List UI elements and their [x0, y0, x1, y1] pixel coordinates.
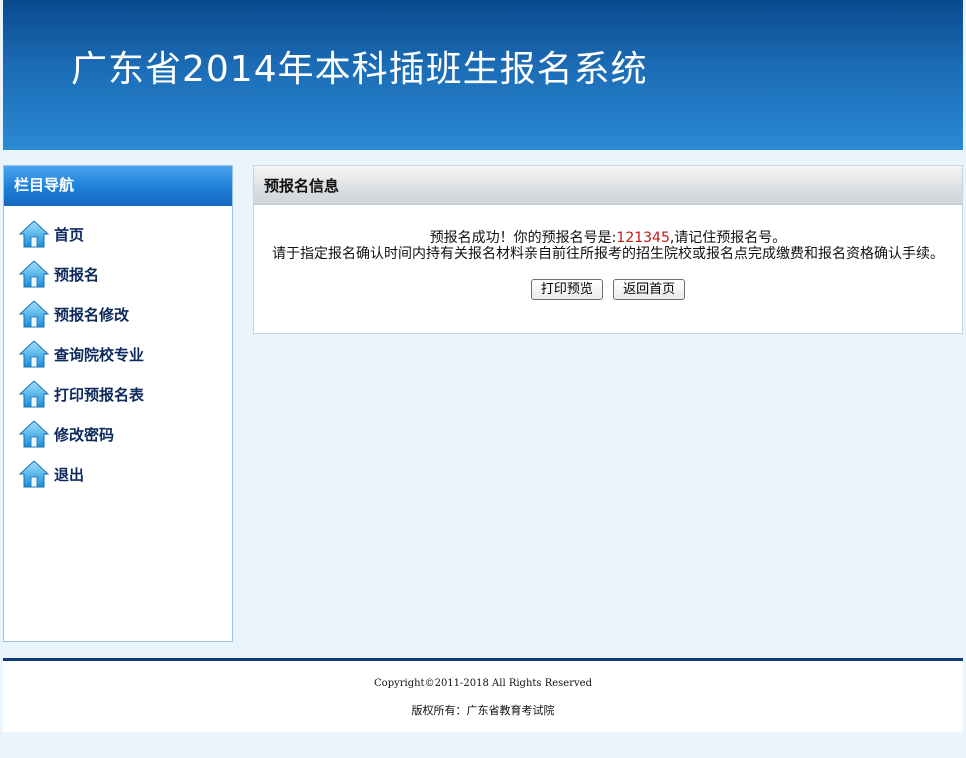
system-title: 广东省2014年本科插班生报名系统 — [71, 49, 648, 90]
sidebar-item-label: 修改密码 — [54, 425, 115, 444]
success-line: 预报名成功！你的预报名号是:121345,请记住预报名号。 — [260, 230, 956, 246]
message-suffix: ,请记住预报名号。 — [669, 230, 787, 246]
page-header: 广东省2014年本科插班生报名系统 — [3, 0, 963, 150]
sidebar-item-label: 查询院校专业 — [54, 345, 145, 364]
copyright-text: Copyright©2011-2018 All Rights Reserved — [374, 678, 592, 689]
home-icon — [18, 420, 50, 448]
home-icon — [18, 220, 50, 248]
preregister-info-panel: 预报名信息 预报名成功！你的预报名号是:121345,请记住预报名号。 请于指定… — [253, 165, 963, 334]
owner-text: 版权所有：广东省教育考试院 — [411, 704, 555, 717]
home-icon — [18, 260, 50, 288]
page-footer: Copyright©2011-2018 All Rights Reserved … — [3, 661, 963, 732]
instruction-text: 请于指定报名确认时间内持有关报名材料亲自前往所报考的招生院校或报名点完成缴费和报… — [272, 246, 944, 262]
home-icon — [18, 380, 50, 408]
sidebar-item-print-form[interactable]: 打印预报名表 — [4, 374, 232, 414]
sidebar-item-edit-preregister[interactable]: 预报名修改 — [4, 294, 232, 334]
message-prefix: 预报名成功！你的预报名号是: — [429, 230, 617, 246]
registration-number: 121345 — [616, 230, 670, 246]
back-home-button[interactable]: 返回首页 — [613, 279, 686, 300]
nav-list: 首页 预报名 预报名修改 查询院校专业 打印预报名表 修改密码 退出 — [4, 206, 232, 494]
button-row: 打印预览 返回首页 — [254, 279, 962, 300]
home-icon — [18, 300, 50, 328]
sidebar-title: 栏目导航 — [4, 166, 232, 206]
home-icon — [18, 460, 50, 488]
sidebar-item-change-password[interactable]: 修改密码 — [4, 414, 232, 454]
success-message: 预报名成功！你的预报名号是:121345,请记住预报名号。 请于指定报名确认时间… — [254, 205, 962, 262]
sidebar-item-label: 预报名修改 — [54, 305, 130, 324]
sidebar-item-label: 打印预报名表 — [54, 385, 145, 404]
sidebar-item-label: 退出 — [54, 465, 85, 484]
sidebar-item-home[interactable]: 首页 — [4, 214, 232, 254]
print-preview-button[interactable]: 打印预览 — [530, 279, 603, 300]
home-icon — [18, 340, 50, 368]
sidebar-item-query-majors[interactable]: 查询院校专业 — [4, 334, 232, 374]
sidebar-item-preregister[interactable]: 预报名 — [4, 254, 232, 294]
sidebar-item-label: 预报名 — [54, 265, 100, 284]
sidebar-item-label: 首页 — [54, 225, 85, 244]
panel-title: 预报名信息 — [254, 166, 962, 205]
sidebar-nav: 栏目导航 首页 预报名 预报名修改 查询院校专业 打印预报名表 修改密码 退出 — [3, 165, 233, 642]
sidebar-item-logout[interactable]: 退出 — [4, 454, 232, 494]
